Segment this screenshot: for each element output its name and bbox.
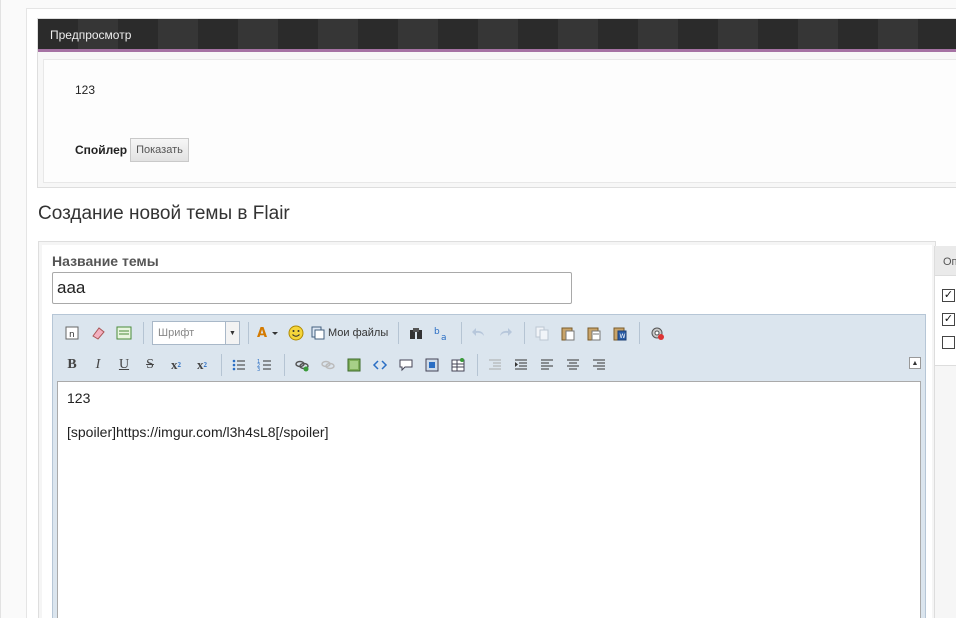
superscript-button[interactable]: x2 [191, 354, 213, 376]
copy-icon[interactable] [531, 322, 553, 344]
paste-word-icon[interactable]: W [609, 322, 631, 344]
table-icon[interactable] [447, 354, 469, 376]
code-icon[interactable] [369, 354, 391, 376]
svg-text:3: 3 [257, 367, 260, 373]
undo-icon[interactable] [468, 322, 490, 344]
italic-button[interactable]: I [87, 354, 109, 376]
bold-button[interactable]: B [61, 354, 83, 376]
svg-text:b: b [434, 327, 440, 337]
preview-body: 123 Спойлер Показать [43, 59, 956, 183]
editor-line: 123 [67, 390, 91, 406]
editor-toolbar-row-2: B I U S x2 x2 123 [53, 349, 925, 381]
toolbar-separator [639, 322, 641, 344]
smiley-icon[interactable] [285, 322, 307, 344]
subscript-button[interactable]: x2 [165, 354, 187, 376]
files-icon [311, 326, 325, 340]
align-right-icon[interactable] [588, 354, 610, 376]
preview-panel: Предпросмотр 123 Спойлер Показать [37, 18, 956, 188]
svg-text:W: W [620, 333, 626, 340]
editor-toolbar-row-1: n Шрифт ▼ A Мои файлы ba W [53, 317, 925, 349]
eraser-icon[interactable] [87, 322, 109, 344]
option-checkbox-1[interactable]: ✓ [942, 289, 955, 302]
thread-title-label: Название темы [52, 253, 159, 269]
remove-format-icon[interactable]: n [61, 322, 83, 344]
toolbar-separator [461, 322, 463, 344]
page-title: Создание новой темы в Flair [38, 203, 290, 224]
strikethrough-button[interactable]: S [139, 354, 161, 376]
text-color-icon[interactable]: A [255, 322, 281, 344]
svg-text:n: n [69, 330, 75, 340]
toolbar-separator [284, 354, 285, 376]
link-icon[interactable] [291, 354, 313, 376]
preview-header: Предпросмотр [38, 19, 956, 52]
align-center-icon[interactable] [562, 354, 584, 376]
underline-button[interactable]: U [113, 354, 135, 376]
rich-text-editor: n Шрифт ▼ A Мои файлы ba W B I U S x 2 x… [52, 314, 926, 618]
paste-text-icon[interactable] [583, 322, 605, 344]
spoiler-row: Спойлер Показать [75, 138, 189, 162]
toolbar-separator [143, 322, 144, 344]
preview-header-title: Предпросмотр [50, 28, 132, 42]
unlink-icon[interactable] [317, 354, 339, 376]
chevron-down-icon: ▼ [225, 322, 239, 344]
my-files-button[interactable]: Мои файлы [311, 326, 388, 340]
toolbar-separator [221, 354, 222, 376]
insert-media-icon[interactable] [405, 322, 427, 344]
bullet-list-icon[interactable] [228, 354, 250, 376]
font-family-select[interactable]: Шрифт ▼ [152, 321, 240, 345]
editor-line: [spoiler]https://imgur.com/l3h4sL8[/spoi… [67, 424, 329, 440]
settings-icon[interactable] [646, 322, 668, 344]
option-checkbox-2[interactable]: ✓ [942, 313, 955, 326]
source-icon[interactable] [113, 322, 135, 344]
paste-icon[interactable] [557, 322, 579, 344]
media-icon[interactable] [421, 354, 443, 376]
option-checkbox-3[interactable] [942, 336, 955, 349]
toolbar-separator [477, 354, 478, 376]
numbered-list-icon[interactable]: 123 [254, 354, 276, 376]
toolbar-separator [524, 322, 526, 344]
my-files-label: Мои файлы [328, 327, 389, 339]
options-body: ✓ ✓ [935, 276, 956, 366]
options-panel: Оп ✓ ✓ [934, 246, 956, 618]
translate-icon[interactable]: ba [431, 322, 453, 344]
toolbar-separator [398, 322, 400, 344]
indent-icon[interactable] [510, 354, 532, 376]
preview-text: 123 [75, 83, 96, 97]
spoiler-show-button[interactable]: Показать [130, 138, 189, 162]
svg-text:a: a [441, 333, 447, 341]
outdent-icon[interactable] [484, 354, 506, 376]
editor-content-area[interactable]: 123 [spoiler]https://imgur.com/l3h4sL8[/… [57, 381, 921, 618]
spoiler-label: Спойлер [75, 143, 128, 157]
quote-icon[interactable] [395, 354, 417, 376]
toolbar-collapse-button[interactable]: ▲ [909, 357, 921, 369]
toolbar-separator [248, 322, 249, 344]
font-select-value: Шрифт [158, 327, 195, 339]
image-icon[interactable] [343, 354, 365, 376]
redo-icon[interactable] [494, 322, 516, 344]
svg-text:A: A [257, 326, 267, 341]
align-left-icon[interactable] [536, 354, 558, 376]
thread-title-input[interactable] [52, 272, 572, 304]
options-header: Оп [935, 246, 956, 276]
